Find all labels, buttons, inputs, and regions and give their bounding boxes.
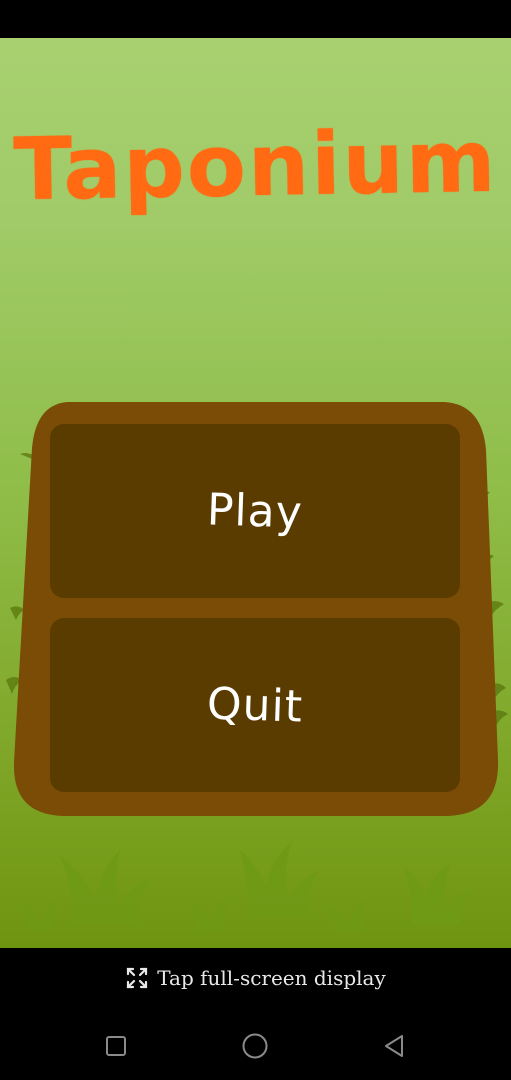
triangle-back-icon	[385, 1035, 403, 1057]
circle-icon	[242, 1033, 268, 1059]
recents-button[interactable]	[100, 1030, 132, 1062]
nav-bar	[0, 1030, 511, 1062]
fullscreen-hint[interactable]: Tap full-screen display	[0, 966, 511, 990]
play-button[interactable]: Play	[50, 424, 460, 598]
back-button[interactable]	[378, 1030, 410, 1062]
quit-button[interactable]: Quit	[50, 618, 460, 792]
system-navigation-area: Tap full-screen display	[0, 948, 511, 1080]
home-button[interactable]	[239, 1030, 271, 1062]
status-bar	[0, 0, 511, 38]
play-button-label: Play	[206, 483, 304, 539]
fullscreen-hint-text: Tap full-screen display	[157, 966, 386, 990]
square-icon	[106, 1036, 126, 1056]
quit-button-label: Quit	[206, 677, 304, 733]
game-area[interactable]: Taponium Play Quit	[0, 38, 511, 948]
expand-arrows-icon	[127, 967, 148, 989]
